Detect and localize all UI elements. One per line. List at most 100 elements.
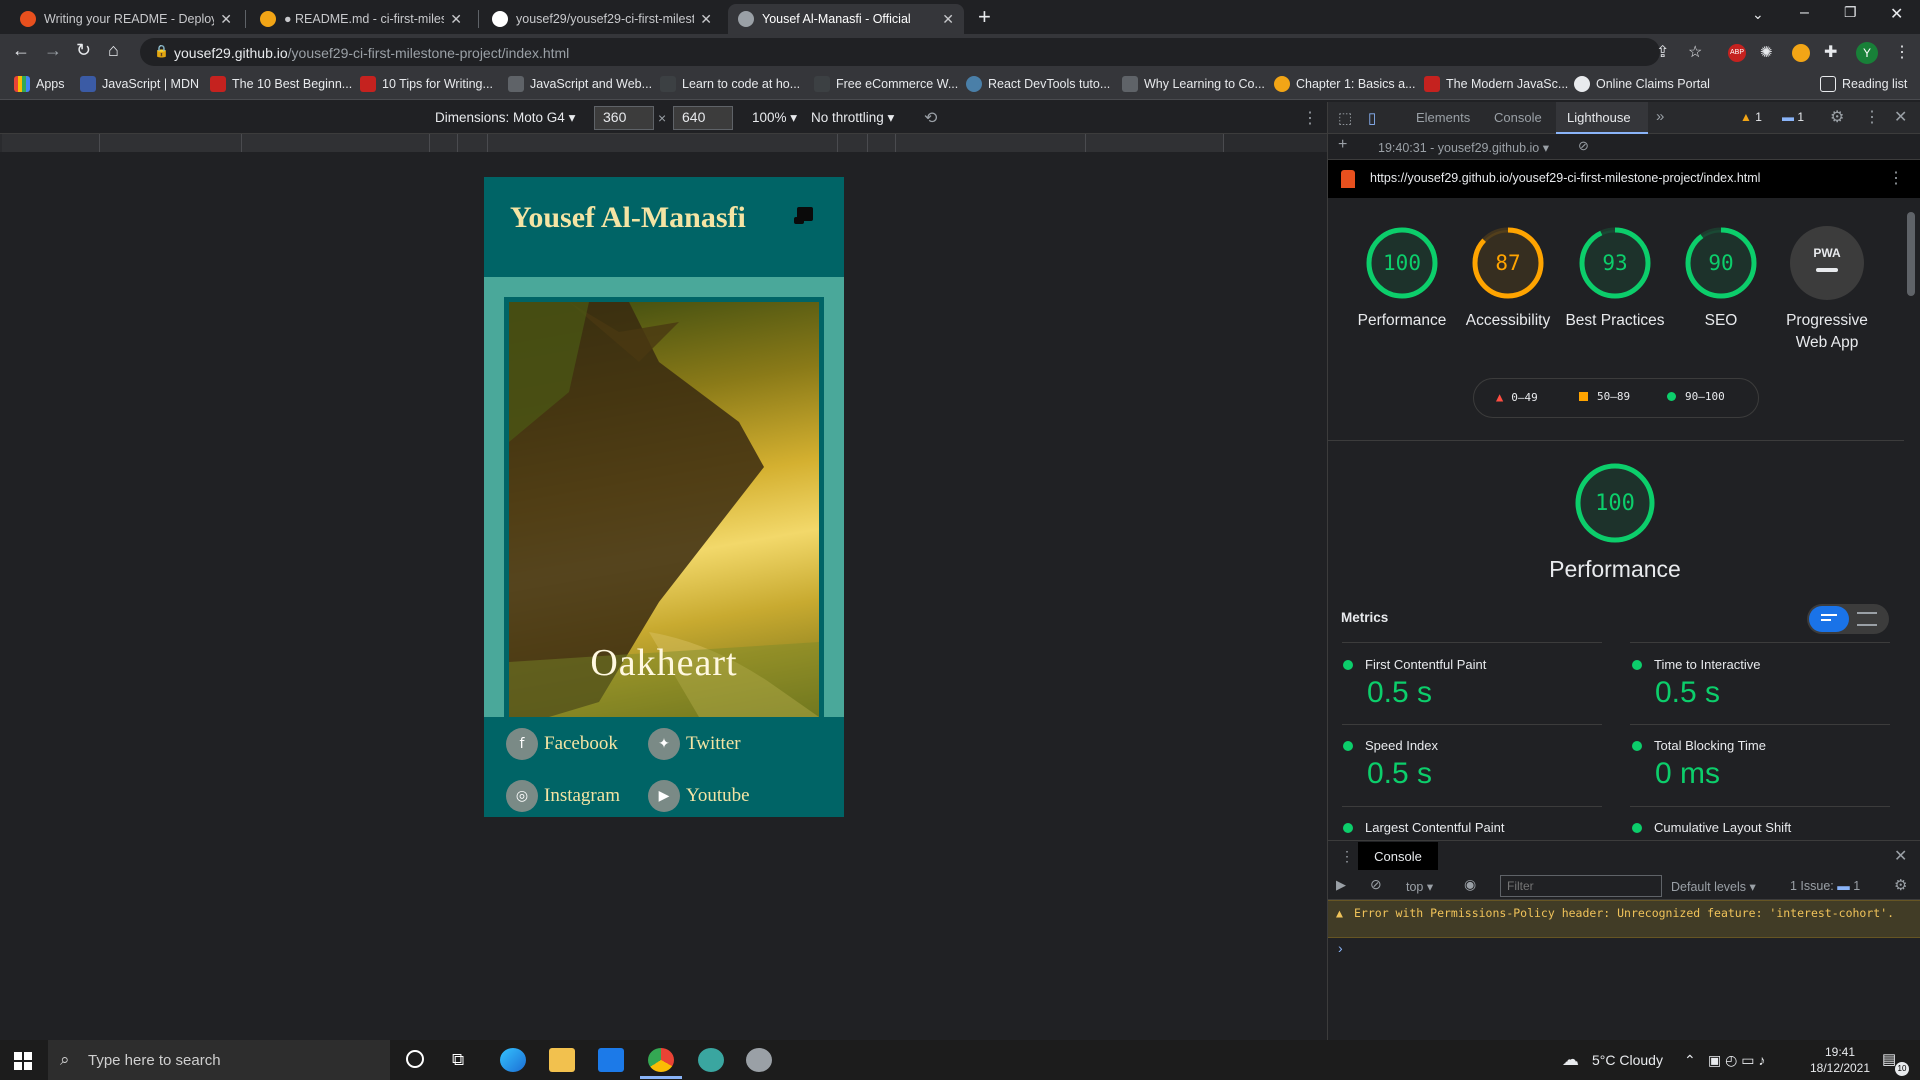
performance-gauge[interactable]: 100	[1365, 226, 1439, 300]
pwa-gauge[interactable]: PWA	[1790, 226, 1864, 300]
share-icon[interactable]: ⇪	[1656, 42, 1669, 62]
scrollbar-thumb[interactable]	[1907, 212, 1915, 296]
window-close-icon[interactable]: ✕	[1890, 4, 1903, 24]
metric-lcp[interactable]: Largest Contentful Paint	[1343, 820, 1504, 835]
url-text[interactable]: yousef29.github.io/yousef29-ci-first-mil…	[174, 45, 569, 61]
tab-search-icon[interactable]: ⌄	[1752, 6, 1764, 23]
browser-tab[interactable]: Writing your README - Deploym ✕	[10, 4, 242, 34]
tray-expand-icon[interactable]: ⌃	[1684, 1052, 1696, 1069]
minimize-icon[interactable]: –	[1800, 4, 1809, 22]
forward-icon[interactable]: →	[44, 40, 62, 61]
accessibility-gauge[interactable]: 87	[1471, 226, 1545, 300]
youtube-link[interactable]: ▶ Youtube	[648, 780, 750, 812]
new-report-icon[interactable]: +	[1338, 136, 1347, 154]
device-menu-icon[interactable]: ⋮	[1302, 108, 1318, 128]
bookmark-item[interactable]: JavaScript | MDN	[80, 76, 199, 92]
tray-icons[interactable]: ▣ ◴ ▭ ♪	[1708, 1052, 1765, 1069]
media-query-segment[interactable]	[1086, 134, 1224, 152]
message-count-badge[interactable]: ▬ 1	[1782, 110, 1804, 124]
metric-tbt[interactable]: Total Blocking Time	[1632, 738, 1766, 753]
reload-icon[interactable]: ↻	[76, 40, 91, 61]
bookmark-item[interactable]: React DevTools tuto...	[966, 76, 1110, 92]
profile-avatar[interactable]: Y	[1856, 42, 1878, 64]
clear-console-icon[interactable]: ⊘	[1370, 876, 1382, 893]
bookmark-item[interactable]: Online Claims Portal	[1574, 76, 1710, 92]
close-icon[interactable]: ✕	[700, 11, 712, 28]
browser-tab-active[interactable]: Yousef Al-Manasfi - Official ✕	[728, 4, 964, 34]
throttling-dropdown[interactable]: No throttling ▾	[811, 110, 894, 126]
twitter-link[interactable]: ✦ Twitter	[648, 728, 741, 760]
browser-menu-icon[interactable]: ⋮	[1894, 42, 1910, 62]
device-height-input[interactable]: 640	[673, 106, 733, 130]
media-query-segment[interactable]	[100, 134, 242, 152]
taskbar-search[interactable]: Type here to search	[48, 1040, 390, 1080]
mail-icon[interactable]	[598, 1048, 624, 1072]
home-icon[interactable]: ⌂	[108, 40, 119, 61]
console-settings-icon[interactable]: ⚙	[1894, 876, 1907, 894]
back-icon[interactable]: ←	[12, 40, 30, 61]
clear-reports-icon[interactable]: ⊘	[1578, 138, 1589, 154]
bookmark-apps[interactable]: Apps	[14, 76, 65, 92]
notification-icon[interactable]: ▤	[1882, 1050, 1896, 1068]
device-width-input[interactable]: 360	[594, 106, 654, 130]
file-explorer-icon[interactable]	[549, 1048, 575, 1072]
media-query-segment[interactable]	[838, 134, 868, 152]
windows-start-icon[interactable]	[14, 1052, 32, 1070]
media-query-segment[interactable]	[430, 134, 458, 152]
instagram-link[interactable]: ◎ Instagram	[506, 780, 620, 812]
cortana-icon[interactable]	[406, 1050, 424, 1068]
best-practices-gauge[interactable]: 93	[1578, 226, 1652, 300]
menu-scroll-icon[interactable]	[794, 205, 816, 225]
devtools-menu-icon[interactable]: ⋮	[1864, 107, 1880, 127]
app-icon[interactable]	[698, 1048, 724, 1072]
browser-tab[interactable]: yousef29/yousef29-ci-first-milest ✕	[482, 4, 722, 34]
issues-button[interactable]: 1 Issue: ▬ 1	[1790, 879, 1860, 893]
weather-cloud-icon[interactable]: ☁	[1562, 1050, 1579, 1070]
lighthouse-url[interactable]: https://yousef29.github.io/yousef29-ci-f…	[1370, 171, 1760, 185]
tab-elements[interactable]: Elements	[1416, 110, 1470, 125]
media-query-segment[interactable]	[868, 134, 896, 152]
metric-speed-index[interactable]: Speed Index	[1343, 738, 1438, 753]
bookmark-item[interactable]: Why Learning to Co...	[1122, 76, 1265, 92]
close-icon[interactable]: ✕	[942, 11, 954, 28]
extension-icon[interactable]: ✺	[1760, 43, 1773, 61]
console-filter-input[interactable]	[1500, 875, 1662, 897]
device-toggle-icon[interactable]: ▯	[1368, 109, 1376, 127]
inspect-icon[interactable]: ⬚	[1338, 109, 1352, 127]
browser-tab[interactable]: ● README.md - ci-first-milestone ✕	[250, 4, 472, 34]
edge-icon[interactable]	[500, 1048, 526, 1072]
bookmark-item[interactable]: The 10 Best Beginn...	[210, 76, 352, 92]
weather-text[interactable]: 5°C Cloudy	[1592, 1052, 1663, 1068]
seo-gauge[interactable]: 90	[1684, 226, 1758, 300]
bookmark-item[interactable]: JavaScript and Web...	[508, 76, 652, 92]
metrics-compact-view-button[interactable]	[1809, 606, 1849, 632]
bookmark-star-icon[interactable]: ☆	[1688, 42, 1702, 62]
console-prompt[interactable]: ›	[1338, 940, 1343, 956]
bookmark-item[interactable]: Learn to code at ho...	[660, 76, 800, 92]
media-query-segment[interactable]	[242, 134, 430, 152]
bookmark-item[interactable]: The Modern JavaSc...	[1424, 76, 1568, 92]
metric-fcp[interactable]: First Contentful Paint	[1343, 657, 1486, 672]
console-drawer-tab[interactable]: Console	[1358, 842, 1438, 870]
context-select[interactable]: top ▾	[1406, 879, 1433, 894]
warning-count-badge[interactable]: ▲ 1	[1740, 110, 1762, 124]
bookmark-item[interactable]: 10 Tips for Writing...	[360, 76, 493, 92]
log-levels-dropdown[interactable]: Default levels ▾	[1671, 879, 1756, 894]
bookmark-item[interactable]: Chapter 1: Basics a...	[1274, 76, 1416, 92]
tab-lighthouse[interactable]: Lighthouse	[1567, 110, 1631, 125]
device-dropdown[interactable]: Dimensions: Moto G4 ▾	[435, 110, 575, 126]
metric-tti[interactable]: Time to Interactive	[1632, 657, 1760, 672]
more-tabs-icon[interactable]: »	[1656, 108, 1664, 125]
media-query-segment[interactable]	[896, 134, 1086, 152]
hero-card[interactable]: Oakheart	[504, 297, 824, 717]
report-scrollbar[interactable]	[1904, 200, 1918, 840]
expanded-view-icon[interactable]	[1857, 612, 1877, 626]
drawer-close-icon[interactable]: ✕	[1894, 846, 1907, 866]
metric-cls[interactable]: Cumulative Layout Shift	[1632, 820, 1791, 835]
rotate-icon[interactable]: ⟲	[924, 108, 937, 128]
restore-icon[interactable]: ❐	[1844, 4, 1857, 21]
task-view-icon[interactable]: ⧉	[452, 1050, 464, 1070]
eye-icon[interactable]: ◉	[1464, 876, 1476, 893]
close-icon[interactable]: ✕	[220, 11, 232, 28]
adblock-icon[interactable]: ABP	[1728, 44, 1746, 62]
